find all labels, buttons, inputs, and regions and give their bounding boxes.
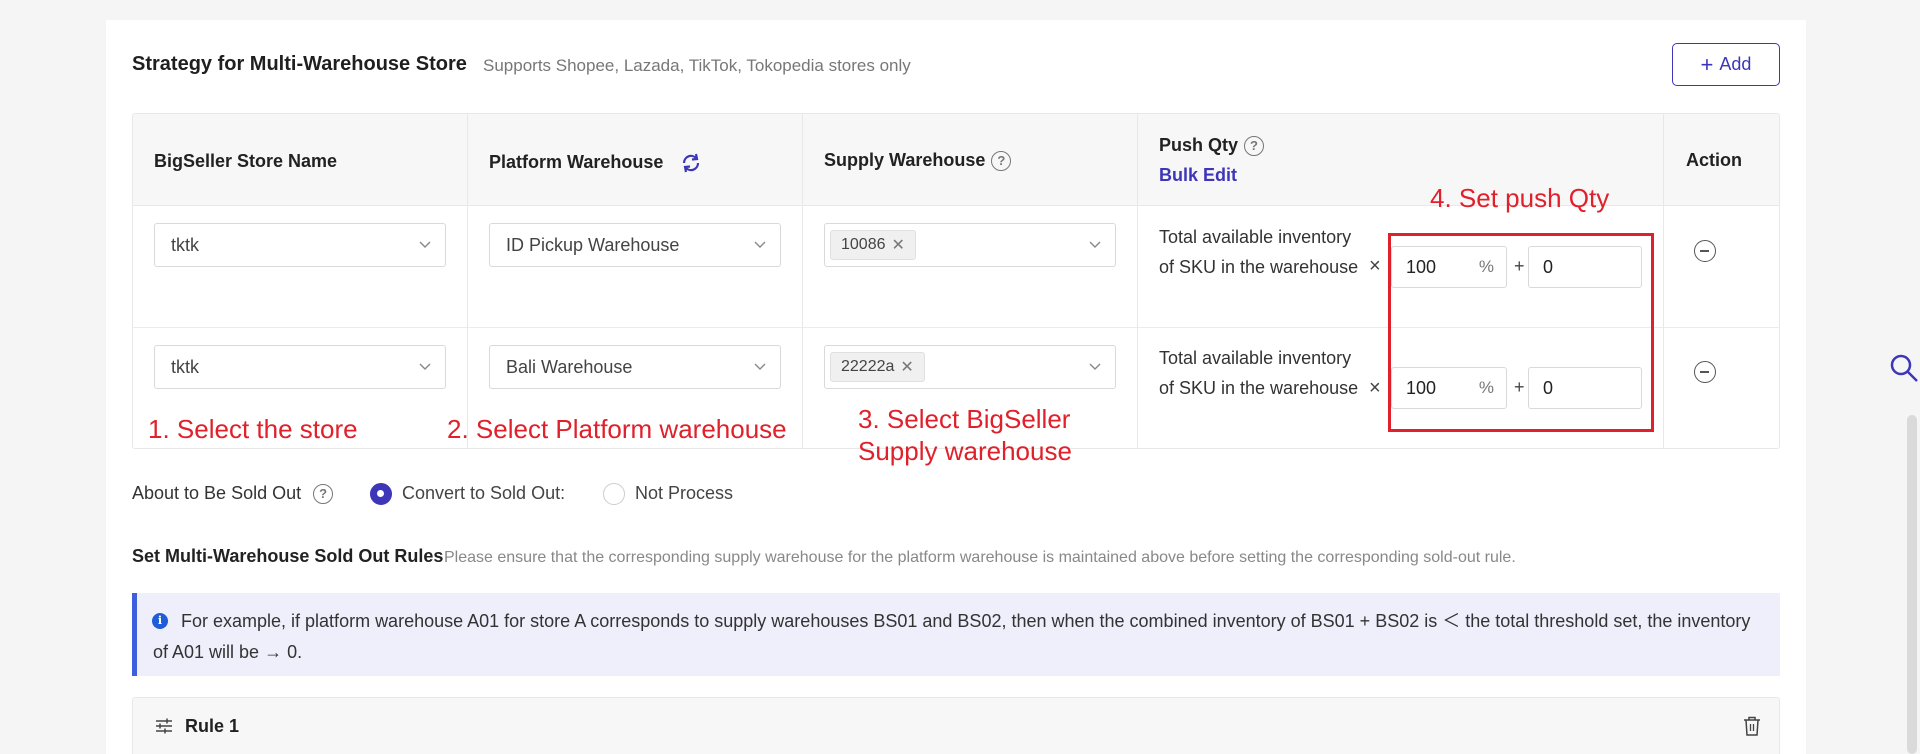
info-banner: i For example, if platform warehouse A01…: [132, 593, 1780, 676]
store-select-value: tktk: [171, 234, 200, 255]
filter-icon: [156, 718, 172, 734]
close-icon[interactable]: ✕: [892, 235, 905, 255]
multiply-symbol: ×: [1369, 255, 1381, 277]
column-divider: [802, 114, 803, 448]
column-divider: [467, 114, 468, 448]
chevron-down-icon: [419, 241, 431, 248]
help-icon[interactable]: ?: [313, 484, 334, 505]
chevron-down-icon: [754, 363, 766, 370]
annotation-step2: 2. Select Platform warehouse: [447, 414, 787, 444]
radio-convert-label[interactable]: Convert to Sold Out:: [402, 483, 565, 504]
platform-warehouse-select[interactable]: ID Pickup Warehouse: [489, 223, 781, 267]
col-header-push-label: Push Qty: [1159, 135, 1239, 155]
rule-card: Rule 1: [132, 697, 1780, 754]
store-select[interactable]: tktk: [154, 223, 446, 267]
multiply-symbol: ×: [1369, 377, 1381, 399]
radio-not-process[interactable]: [603, 483, 625, 505]
help-icon[interactable]: ?: [1244, 136, 1265, 157]
annotation-highlight-box: [1388, 233, 1654, 432]
supply-warehouse-tag-label: 10086: [841, 236, 886, 253]
chevron-down-icon: [1089, 363, 1101, 370]
close-icon[interactable]: ✕: [900, 357, 913, 377]
platform-warehouse-select[interactable]: Bali Warehouse: [489, 345, 781, 389]
annotation-step1: 1. Select the store: [148, 414, 358, 444]
trash-icon[interactable]: [1743, 716, 1761, 736]
column-divider: [1137, 114, 1138, 448]
store-select-value: tktk: [171, 356, 200, 377]
store-select[interactable]: tktk: [154, 345, 446, 389]
rules-description: Please ensure that the corresponding sup…: [444, 549, 1516, 566]
bulk-edit-link[interactable]: Bulk Edit: [1159, 165, 1237, 186]
col-header-platform-label: Platform Warehouse: [489, 152, 664, 172]
supply-warehouse-tag-label: 22222a: [841, 358, 895, 375]
supply-warehouse-select[interactable]: 10086 ✕: [824, 223, 1116, 267]
platform-warehouse-value: ID Pickup Warehouse: [506, 234, 680, 255]
section-title: Strategy for Multi-Warehouse Store: [132, 53, 467, 75]
supply-warehouse-tag: 10086 ✕: [830, 230, 916, 260]
section-subtitle: Supports Shopee, Lazada, TikTok, Tokoped…: [483, 56, 911, 75]
plus-icon: +: [1700, 51, 1714, 77]
radio-convert-sold-out[interactable]: [370, 483, 392, 505]
scrollbar[interactable]: [1907, 415, 1917, 754]
supply-warehouse-select[interactable]: 22222a ✕: [824, 345, 1116, 389]
col-header-supply: Supply Warehouse?: [824, 150, 1012, 172]
col-header-action: Action: [1686, 150, 1742, 170]
rule-title: Rule 1: [185, 716, 240, 736]
chevron-down-icon: [754, 241, 766, 248]
inventory-description: Total available inventory of SKU in the …: [1159, 348, 1359, 398]
info-text: For example, if platform warehouse A01 f…: [153, 611, 1751, 662]
chevron-down-icon: [1089, 241, 1101, 248]
search-icon[interactable]: [1888, 352, 1920, 384]
annotation-step3: 3. Select BigSeller Supply warehouse: [858, 403, 1072, 467]
inventory-description: Total available inventory of SKU in the …: [1159, 227, 1359, 277]
col-header-platform: Platform Warehouse: [489, 152, 702, 174]
sold-out-label: About to Be Sold Out?: [132, 483, 334, 505]
radio-not-process-label[interactable]: Not Process: [635, 483, 733, 504]
platform-warehouse-value: Bali Warehouse: [506, 356, 633, 377]
supply-warehouse-tag: 22222a ✕: [830, 352, 925, 382]
add-button[interactable]: + Add: [1672, 43, 1780, 86]
rules-title: Set Multi-Warehouse Sold Out Rules: [132, 546, 444, 566]
annotation-step3-line2: Supply warehouse: [858, 436, 1072, 466]
remove-row-icon[interactable]: [1694, 361, 1716, 383]
remove-row-icon[interactable]: [1694, 240, 1716, 262]
annotation-step4: 4. Set push Qty: [1430, 183, 1610, 213]
annotation-step3-line1: 3. Select BigSeller: [858, 404, 1071, 434]
help-icon[interactable]: ?: [991, 151, 1012, 172]
column-divider: [1663, 114, 1664, 448]
col-header-push: Push Qty?: [1159, 135, 1265, 157]
add-button-label: Add: [1719, 54, 1752, 74]
sold-out-label-text: About to Be Sold Out: [132, 483, 302, 503]
chevron-down-icon: [419, 363, 431, 370]
refresh-icon[interactable]: [680, 152, 702, 174]
col-header-supply-label: Supply Warehouse: [824, 150, 986, 170]
col-header-store: BigSeller Store Name: [154, 151, 338, 171]
